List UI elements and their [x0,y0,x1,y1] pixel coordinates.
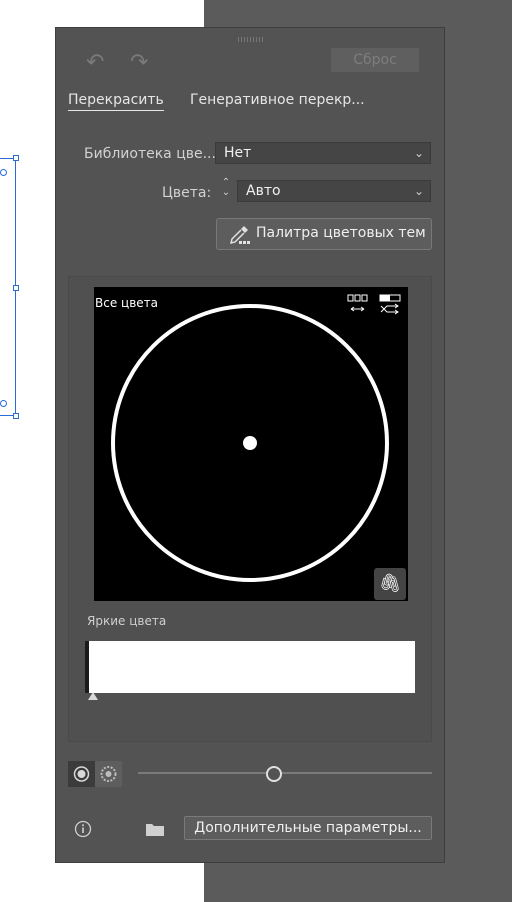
color-theme-picker-button[interactable]: Палитра цветовых тем [216,218,432,250]
color-wheel-graphic [111,294,401,582]
tab-generative-recolor[interactable]: Генеративное перекр... [190,92,365,108]
recolor-panel: ↶ ↷ Сброс Перекрасить Генеративное перек… [55,27,445,863]
eyedropper-icon [229,226,250,245]
library-select[interactable]: Нет ⌄ [215,142,431,164]
redo-icon[interactable]: ↷ [130,52,148,74]
colors-select-value: Авто [246,183,281,199]
reset-button[interactable]: Сброс [331,48,419,72]
undo-icon[interactable]: ↶ [86,52,104,74]
chevron-down-icon: ⌄ [413,184,424,198]
color-handle[interactable] [243,436,257,450]
brightness-slider-knob[interactable] [266,766,282,782]
bright-colors-slider-thumb[interactable] [88,692,98,700]
panel-grip[interactable] [238,37,264,42]
segmented-wheel-mode-button[interactable] [95,761,122,787]
tab-recolor[interactable]: Перекрасить [68,92,164,111]
shuffle-colors-icon[interactable] [379,294,401,315]
bright-colors-label: Яркие цвета [87,614,167,628]
chevron-down-icon[interactable]: ⌄ [216,188,236,198]
color-theme-picker-label: Палитра цветовых тем [256,225,426,241]
view-mode-toggle [68,761,122,787]
colors-select[interactable]: Авто ⌄ [237,180,431,202]
swap-colors-icon[interactable] [347,294,368,312]
selection-handle-middle[interactable] [13,285,19,291]
info-icon[interactable] [74,820,92,842]
anchor-point-bottom[interactable] [0,400,7,407]
library-select-value: Нет [224,145,252,161]
brightness-slider-track[interactable] [138,772,432,774]
smooth-wheel-icon [73,766,90,782]
all-colors-label: Все цвета [95,296,158,310]
color-wheel[interactable] [94,287,408,601]
folder-icon[interactable] [145,821,165,841]
colors-label: Цвета: [162,185,212,201]
link-icon[interactable]: 🖇 [374,568,406,600]
segmented-wheel-icon [100,766,117,782]
anchor-point-top[interactable] [0,169,7,176]
chevron-down-icon: ⌄ [413,146,424,160]
more-options-button[interactable]: Дополнительные параметры... [184,816,432,840]
library-label: Библиотека цве... [84,146,216,162]
selection-handle-bottom[interactable] [13,413,19,419]
smooth-wheel-mode-button[interactable] [68,761,95,787]
bright-colors-bar[interactable] [85,641,415,693]
colors-stepper[interactable]: ⌃ ⌄ [216,178,236,202]
selection-handle-top[interactable] [13,155,19,161]
